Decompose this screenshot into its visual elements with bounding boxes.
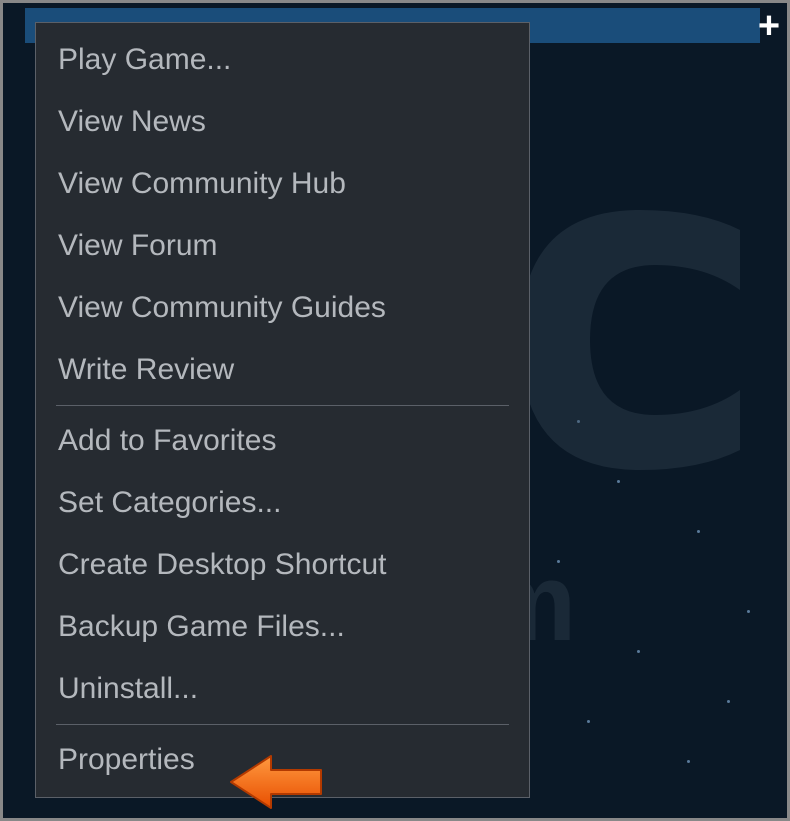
menu-item-play-game[interactable]: Play Game... <box>36 29 529 91</box>
menu-item-label: Write Review <box>58 353 234 386</box>
menu-item-uninstall[interactable]: Uninstall... <box>36 658 529 720</box>
menu-item-properties[interactable]: Properties <box>36 729 529 791</box>
menu-item-label: Add to Favorites <box>58 424 276 457</box>
menu-item-label: Create Desktop Shortcut <box>58 548 387 581</box>
menu-item-label: Set Categories... <box>58 486 281 519</box>
menu-item-create-desktop-shortcut[interactable]: Create Desktop Shortcut <box>36 534 529 596</box>
menu-item-label: Play Game... <box>58 43 231 76</box>
menu-item-view-news[interactable]: View News <box>36 91 529 153</box>
menu-item-view-forum[interactable]: View Forum <box>36 215 529 277</box>
menu-item-label: Properties <box>58 743 195 776</box>
plus-icon[interactable]: + <box>754 6 784 46</box>
menu-item-view-community-guides[interactable]: View Community Guides <box>36 277 529 339</box>
menu-separator <box>56 405 509 406</box>
menu-item-add-to-favorites[interactable]: Add to Favorites <box>36 410 529 472</box>
menu-item-set-categories[interactable]: Set Categories... <box>36 472 529 534</box>
menu-item-write-review[interactable]: Write Review <box>36 339 529 401</box>
menu-separator <box>56 724 509 725</box>
menu-item-label: View News <box>58 105 206 138</box>
context-menu: Play Game... View News View Community Hu… <box>35 22 530 798</box>
menu-item-view-community-hub[interactable]: View Community Hub <box>36 153 529 215</box>
menu-item-label: View Forum <box>58 229 218 262</box>
menu-item-backup-game-files[interactable]: Backup Game Files... <box>36 596 529 658</box>
menu-item-label: Backup Game Files... <box>58 610 345 643</box>
menu-item-label: View Community Guides <box>58 291 386 324</box>
menu-item-label: Uninstall... <box>58 672 198 705</box>
background-stars <box>530 0 790 821</box>
menu-item-label: View Community Hub <box>58 167 346 200</box>
